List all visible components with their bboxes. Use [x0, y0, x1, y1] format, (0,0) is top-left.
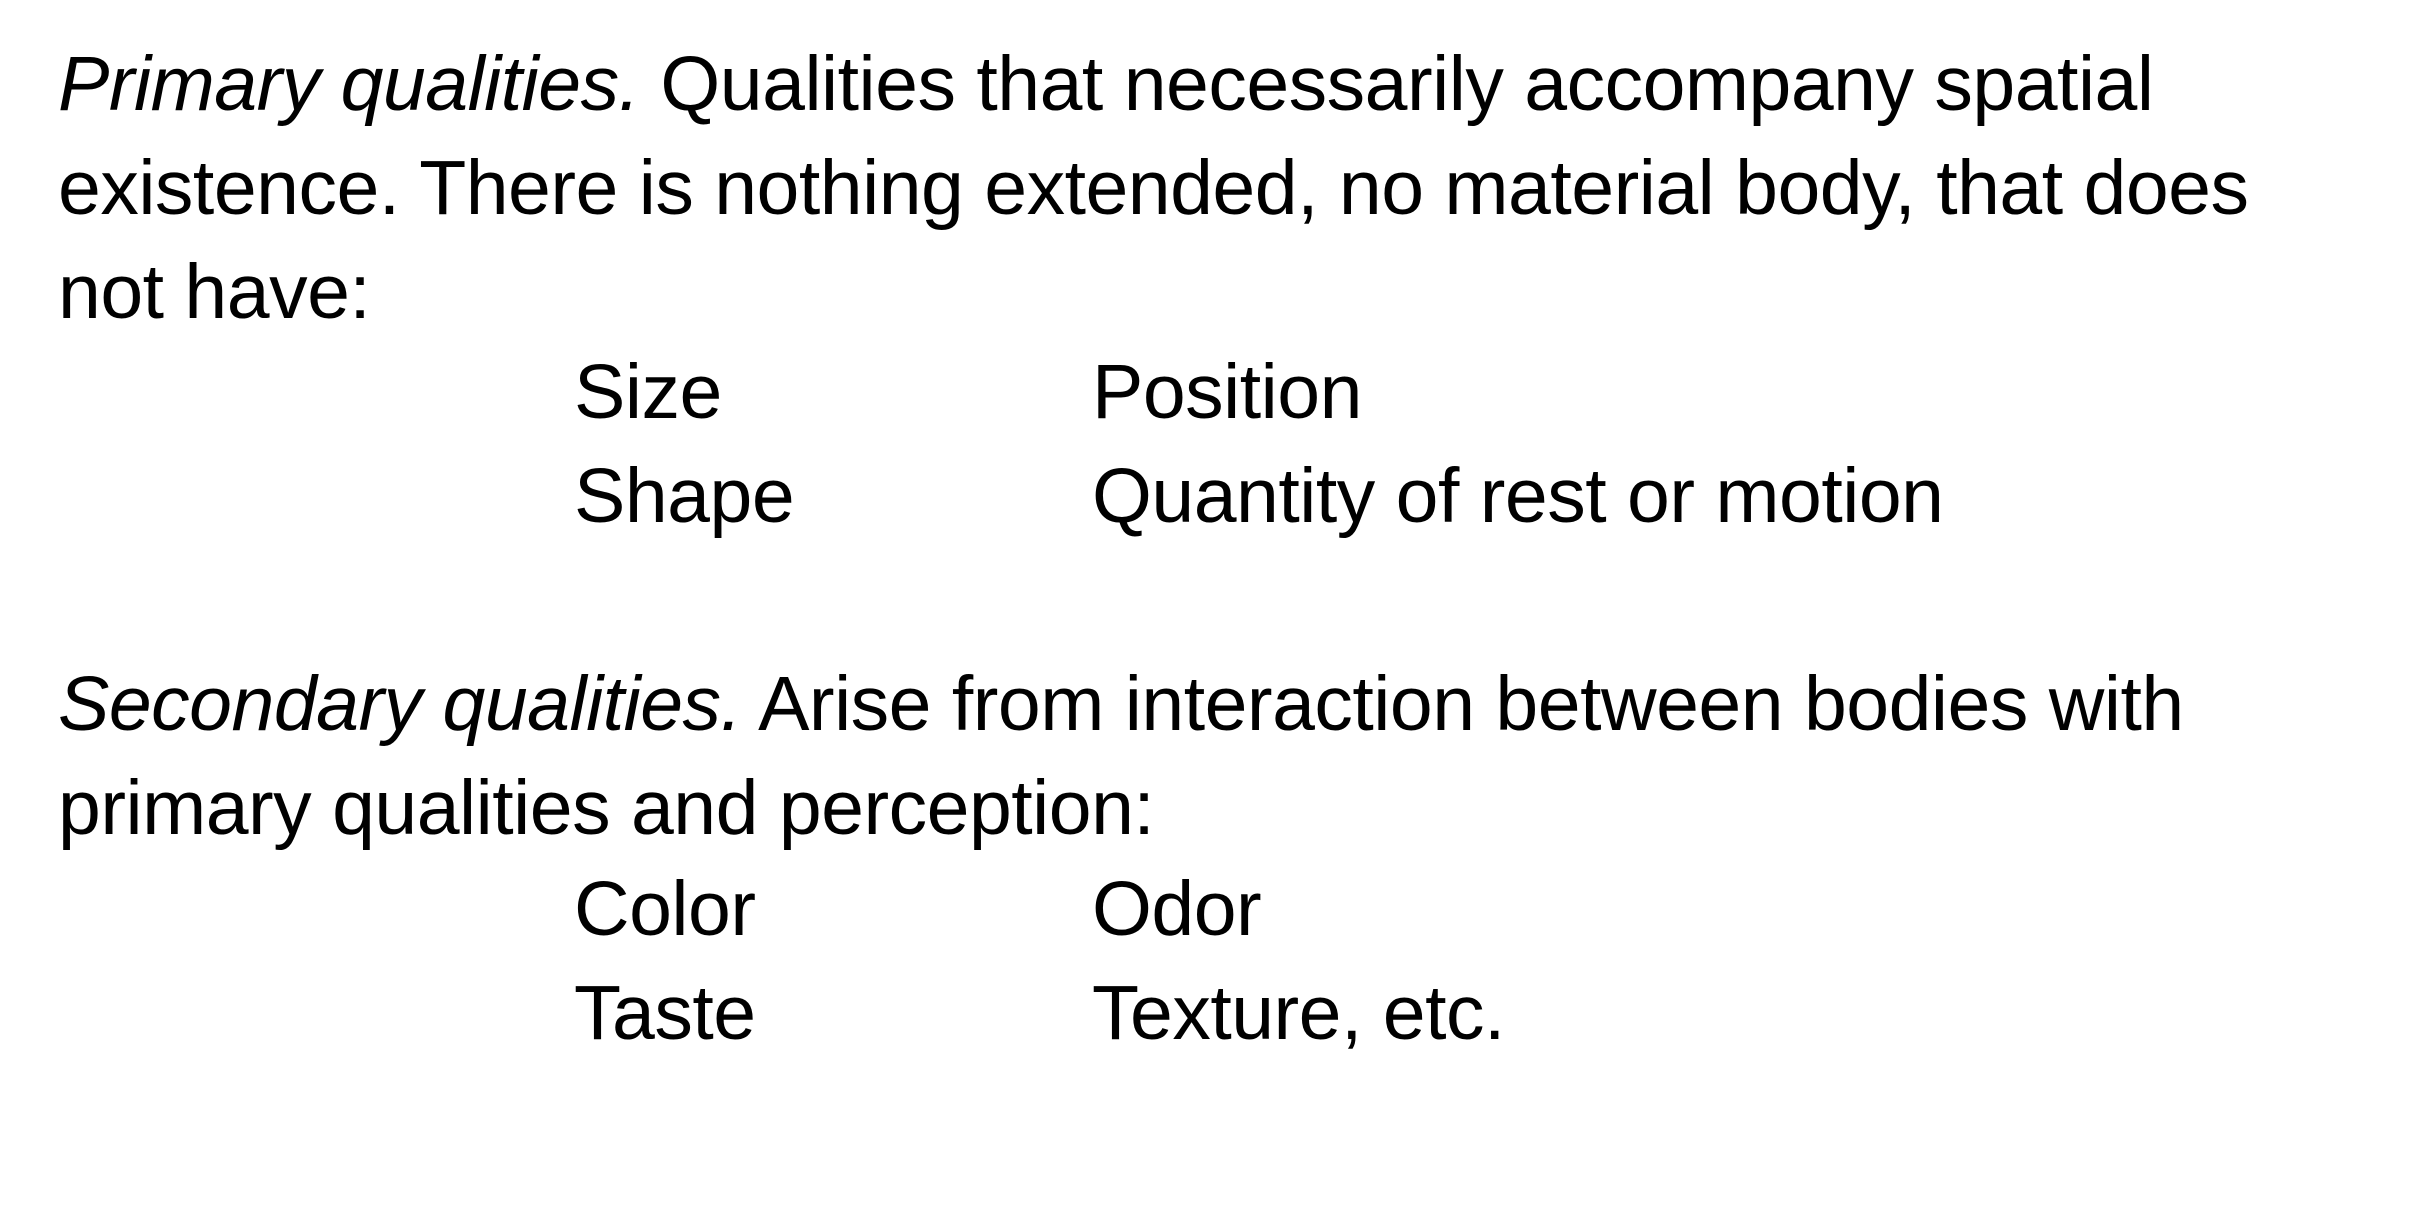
secondary-qualities-term: Secondary qualities.	[58, 661, 742, 747]
slide: Primary qualities. Qualities that necess…	[0, 0, 2434, 1218]
list-row: Shape Quantity of rest or motion	[574, 444, 1944, 548]
list-item: Quantity of rest or motion	[1092, 453, 1944, 539]
primary-qualities-paragraph: Primary qualities. Qualities that necess…	[58, 32, 2278, 344]
list-item: Position	[1092, 349, 1362, 435]
primary-qualities-list: Size Position Shape Quantity of rest or …	[574, 340, 1944, 548]
list-item: Size	[574, 349, 722, 435]
list-item: Odor	[1092, 866, 1262, 952]
primary-qualities-term: Primary qualities.	[58, 41, 640, 127]
list-row: Size Position	[574, 340, 1943, 444]
list-row: Color Odor	[574, 857, 1505, 961]
list-item: Color	[574, 866, 756, 952]
list-item: Taste	[574, 970, 756, 1056]
secondary-qualities-paragraph: Secondary qualities. Arise from interact…	[58, 652, 2388, 860]
list-item: Texture, etc.	[1092, 970, 1505, 1056]
secondary-qualities-list: Color Odor Taste Texture, etc.	[574, 857, 1505, 1065]
list-item: Shape	[574, 453, 795, 539]
list-row: Taste Texture, etc.	[574, 961, 1505, 1065]
